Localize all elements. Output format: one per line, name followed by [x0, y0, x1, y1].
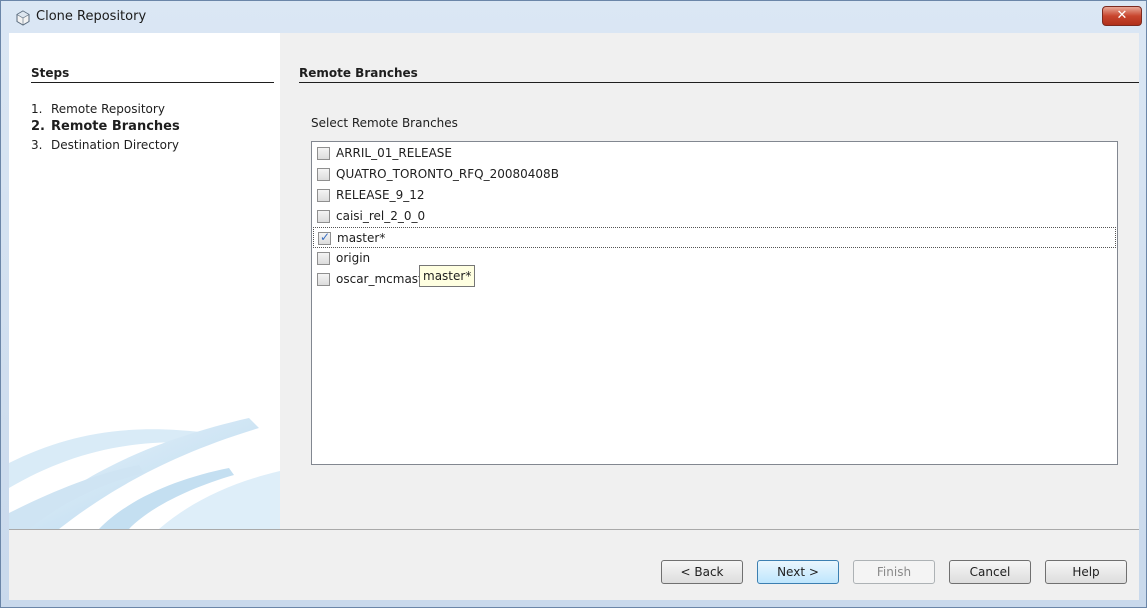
button-bar-separator: [9, 529, 1139, 530]
branch-item[interactable]: ARRIL_01_RELEASE: [313, 143, 1116, 164]
dialog-content: Steps 1. Remote Repository 2. Remote Branc…: [9, 33, 1139, 600]
branch-list[interactable]: ARRIL_01_RELEASE QUATRO_TORONTO_RFQ_2008…: [311, 141, 1118, 465]
back-button[interactable]: < Back: [661, 560, 743, 584]
steps-list: 1. Remote Repository 2. Remote Branches 3.…: [27, 100, 180, 154]
cancel-button[interactable]: Cancel: [949, 560, 1031, 584]
help-button[interactable]: Help: [1045, 560, 1127, 584]
panel-divider: [299, 82, 1139, 83]
step-destination-directory: 3. Destination Directory: [31, 138, 179, 152]
select-branches-label: Select Remote Branches: [311, 116, 458, 130]
tooltip: master*: [419, 265, 476, 287]
finish-button[interactable]: Finish: [853, 560, 935, 584]
clone-repository-dialog: Clone Repository ✕ Steps 1. Remote Reposi…: [0, 0, 1147, 608]
netbeans-cube-icon: [16, 10, 30, 26]
close-icon: ✕: [1116, 8, 1128, 23]
window-title: Clone Repository: [36, 9, 147, 24]
branch-checkbox[interactable]: [317, 252, 330, 265]
steps-divider: [31, 82, 274, 83]
branch-checkbox[interactable]: [317, 189, 330, 202]
next-button[interactable]: Next >: [757, 560, 839, 584]
step-remote-branches: 2. Remote Branches: [31, 119, 180, 134]
remote-branches-panel: Remote Branches Select Remote Branches A…: [280, 33, 1139, 529]
branch-checkbox[interactable]: [317, 210, 330, 223]
branch-checkbox[interactable]: [317, 273, 330, 286]
title-bar[interactable]: Clone Repository ✕: [1, 1, 1146, 33]
branch-item[interactable]: RELEASE_9_12: [313, 185, 1116, 206]
branch-item-selected[interactable]: ✓ master*: [313, 227, 1116, 248]
panel-title: Remote Branches: [299, 66, 418, 80]
branch-item[interactable]: QUATRO_TORONTO_RFQ_20080408B: [313, 164, 1116, 185]
wizard-decoration-art: [9, 418, 280, 529]
steps-title: Steps: [31, 66, 70, 80]
branch-checkbox[interactable]: [317, 147, 330, 160]
branch-item[interactable]: caisi_rel_2_0_0: [313, 206, 1116, 227]
branch-checkbox-checked[interactable]: ✓: [318, 230, 331, 245]
step-remote-repository: 1. Remote Repository: [31, 102, 165, 116]
checkmark-icon: ✓: [320, 230, 331, 244]
close-button[interactable]: ✕: [1102, 6, 1142, 26]
steps-sidebar: Steps 1. Remote Repository 2. Remote Branc…: [9, 33, 280, 529]
branch-checkbox[interactable]: [317, 168, 330, 181]
